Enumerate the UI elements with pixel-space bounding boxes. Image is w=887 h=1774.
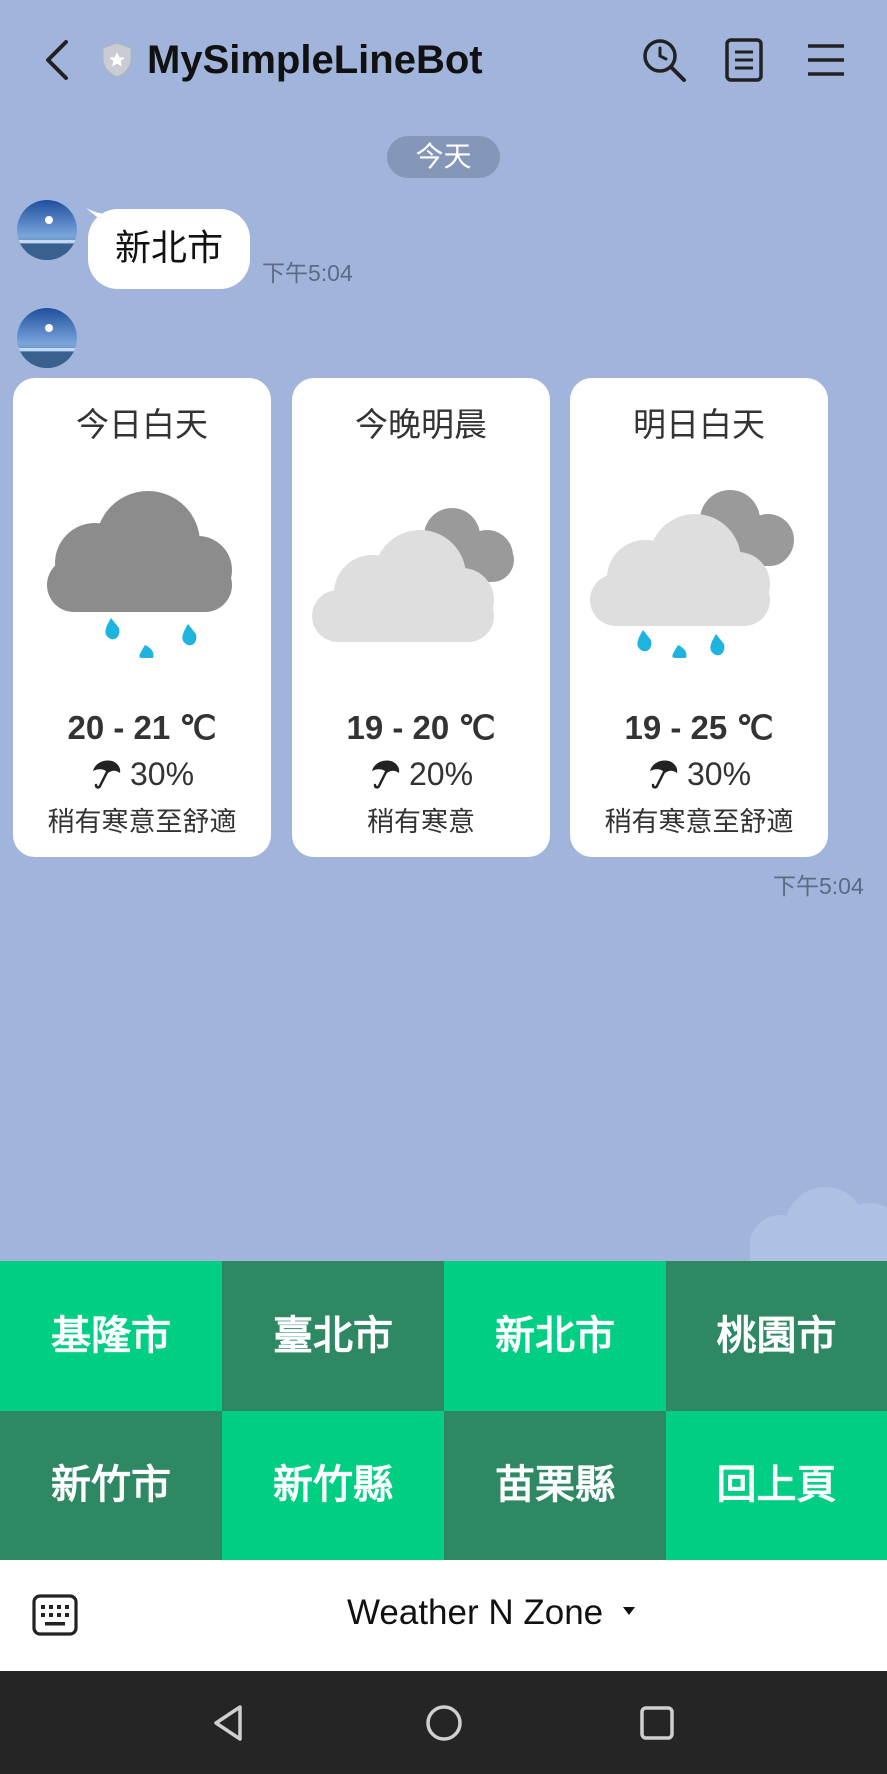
avatar-image <box>17 308 77 368</box>
card-comfort: 稍有寒意至舒適 <box>47 807 237 838</box>
weather-card[interactable]: 明日白天 19 - 25 ℃ 30% 稍有寒意至舒適 <box>570 378 828 857</box>
bot-avatar[interactable] <box>17 308 77 368</box>
rich-menu-item-back[interactable]: 回上頁 <box>666 1411 887 1560</box>
rich-menu: 基隆市 臺北市 新北市 桃園市 新竹市 新竹縣 苗栗縣 回上頁 <box>0 1261 887 1560</box>
card-period: 明日白天 <box>633 405 765 444</box>
rich-menu-item-keelung[interactable]: 基隆市 <box>0 1261 222 1411</box>
umbrella-icon <box>649 760 678 789</box>
search-button[interactable] <box>640 36 688 84</box>
umbrella-icon <box>371 760 400 789</box>
rich-menu-item-new-taipei[interactable]: 新北市 <box>444 1261 666 1411</box>
card-temperature: 19 - 25 ℃ <box>624 709 774 746</box>
cloudy-icon <box>312 508 514 642</box>
nav-recents-icon <box>640 1706 674 1740</box>
nav-back-icon <box>214 1705 242 1741</box>
rich-menu-item-miaoli[interactable]: 苗栗縣 <box>444 1411 666 1560</box>
rain-percent: 30% <box>686 756 752 792</box>
card-temperature: 19 - 20 ℃ <box>346 709 496 746</box>
bot-avatar[interactable] <box>17 200 77 260</box>
nav-recents-button[interactable] <box>633 1699 681 1747</box>
rich-menu-item-taipei[interactable]: 臺北市 <box>222 1261 444 1411</box>
chat-header: MySimpleLineBot <box>0 0 887 120</box>
weather-card[interactable]: 今晚明晨 19 - 20 ℃ 20% 稍有寒意 <box>292 378 550 857</box>
card-temperature: 20 - 21 ℃ <box>67 709 217 746</box>
search-icon <box>643 39 686 82</box>
message-time: 下午5:04 <box>773 873 864 899</box>
chat-title: MySimpleLineBot <box>147 38 483 82</box>
nav-back-button[interactable] <box>206 1699 254 1747</box>
menu-button[interactable] <box>802 36 850 84</box>
back-button[interactable] <box>38 36 78 84</box>
keyboard-button[interactable] <box>30 1590 80 1640</box>
rain-percent: 20% <box>408 756 474 792</box>
card-rain-chance: 30% <box>570 756 828 793</box>
notes-icon <box>725 38 763 82</box>
caret-down-icon[interactable] <box>622 1605 636 1617</box>
avatar-image <box>17 200 77 260</box>
card-comfort: 稍有寒意 <box>367 807 475 838</box>
nav-home-button[interactable] <box>420 1699 468 1747</box>
rich-menu-toggle[interactable]: Weather N Zone <box>347 1588 603 1638</box>
keyboard-icon <box>32 1594 78 1636</box>
back-icon <box>46 40 68 80</box>
date-separator: 今天 <box>387 136 500 178</box>
rain-percent: 30% <box>129 756 195 792</box>
card-rain-chance: 30% <box>13 756 271 793</box>
weather-card[interactable]: 今日白天 20 - 21 ℃ 30% 稍有寒意至舒適 <box>13 378 271 857</box>
message-time: 下午5:04 <box>262 260 353 286</box>
card-period: 今晚明晨 <box>355 405 487 444</box>
rich-menu-item-hsinchu-county[interactable]: 新竹縣 <box>222 1411 444 1560</box>
system-navigation-bar <box>0 1671 887 1774</box>
rich-menu-item-hsinchu-city[interactable]: 新竹市 <box>0 1411 222 1560</box>
umbrella-icon <box>92 760 121 789</box>
message-bubble[interactable]: 新北市 <box>88 209 250 289</box>
card-rain-chance: 20% <box>292 756 550 793</box>
nav-home-icon <box>426 1705 462 1741</box>
card-period: 今日白天 <box>76 405 208 444</box>
bottom-bar: Weather N Zone <box>0 1560 887 1671</box>
menu-icon <box>808 44 844 76</box>
card-comfort: 稍有寒意至舒適 <box>604 807 794 838</box>
rich-menu-item-taoyuan[interactable]: 桃園市 <box>666 1261 887 1411</box>
cloudy-rain-icon <box>590 490 794 658</box>
background-cloud-icon <box>750 1187 887 1261</box>
notes-button[interactable] <box>720 36 768 84</box>
rain-icon <box>47 491 232 658</box>
shield-icon <box>100 41 134 79</box>
